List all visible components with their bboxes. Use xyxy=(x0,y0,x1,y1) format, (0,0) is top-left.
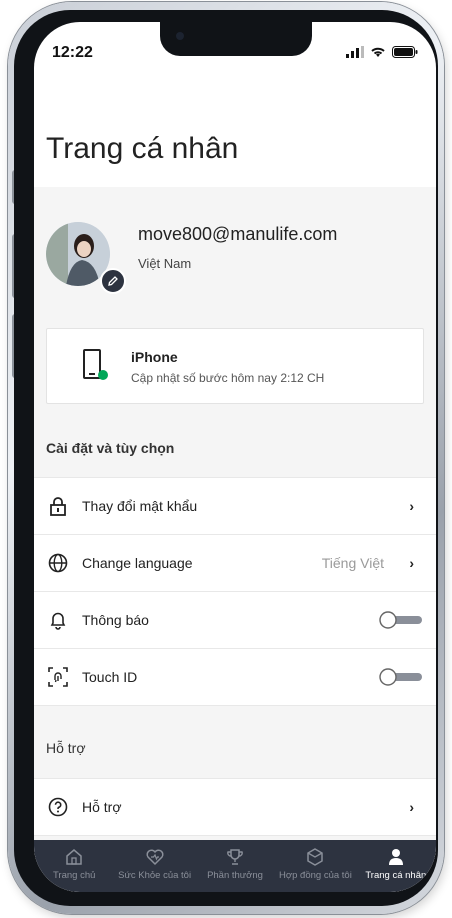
support-section-title: Hỗ trợ xyxy=(46,740,86,756)
health-icon xyxy=(146,849,164,866)
bell-icon xyxy=(50,612,66,630)
support-menu: Hỗ trợ › xyxy=(34,778,436,836)
status-icons xyxy=(346,46,418,58)
tab-contracts[interactable]: Hợp đồng của tôi xyxy=(275,840,355,892)
device-card[interactable]: iPhone Cập nhật số bước hôm nay 2:12 CH xyxy=(46,328,424,404)
profile-country: Việt Nam xyxy=(138,256,192,271)
wifi-icon xyxy=(371,47,385,57)
tab-health-label: Sức Khỏe của tôi xyxy=(118,870,192,881)
contract-icon xyxy=(307,848,324,866)
help-icon xyxy=(48,797,68,817)
tab-health[interactable]: Sức Khỏe của tôi xyxy=(114,840,194,892)
support-label: Hỗ trợ xyxy=(82,799,122,815)
bottom-tab-bar: Trang chủ Sức Khỏe của tôi Phần thưởng H… xyxy=(34,840,436,892)
page-title: Trang cá nhân xyxy=(46,132,239,165)
chevron-right-icon: › xyxy=(409,555,414,571)
notifications-label: Thông báo xyxy=(82,612,149,628)
pencil-icon xyxy=(108,276,118,286)
touch-id-label: Touch ID xyxy=(82,669,138,685)
trophy-icon xyxy=(227,849,243,865)
battery-icon xyxy=(392,46,418,58)
chevron-right-icon: › xyxy=(409,498,414,514)
current-language-value: Tiếng Việt xyxy=(321,555,384,571)
tab-rewards[interactable]: Phần thưởng xyxy=(195,840,275,892)
notch xyxy=(160,22,312,56)
status-time: 12:22 xyxy=(52,44,93,61)
tab-home-label: Trang chủ xyxy=(52,870,96,881)
lock-icon xyxy=(50,497,66,516)
tab-profile-label: Trang cá nhân xyxy=(365,870,427,881)
settings-menu: Thay đổi mật khẩu › Change language Tiến… xyxy=(34,477,436,706)
support-row[interactable]: Hỗ trợ › xyxy=(34,779,436,836)
fingerprint-icon xyxy=(48,667,68,687)
signal-icon xyxy=(346,46,364,58)
device-name: iPhone xyxy=(131,349,178,365)
phone-device-icon xyxy=(83,349,108,380)
change-language-row[interactable]: Change language Tiếng Việt › xyxy=(34,535,436,592)
globe-icon xyxy=(48,553,68,573)
tab-rewards-label: Phần thưởng xyxy=(207,870,263,881)
camera-icon xyxy=(176,32,184,40)
change-password-label: Thay đổi mật khẩu xyxy=(82,498,198,514)
device-sync-status: Cập nhật số bước hôm nay 2:12 CH xyxy=(131,371,325,385)
profile-header: move800@manulife.com Việt Nam xyxy=(34,212,436,302)
touch-id-toggle[interactable] xyxy=(378,668,422,686)
notifications-row: Thông báo xyxy=(34,592,436,649)
person-icon xyxy=(388,849,403,865)
tab-contracts-label: Hợp đồng của tôi xyxy=(279,870,352,881)
notifications-toggle[interactable] xyxy=(378,611,422,629)
touch-id-row: Touch ID xyxy=(34,649,436,706)
profile-email: move800@manulife.com xyxy=(138,224,338,244)
tab-home[interactable]: Trang chủ xyxy=(34,840,114,892)
home-icon xyxy=(66,849,82,865)
change-language-label: Change language xyxy=(82,555,193,571)
edit-avatar-button[interactable] xyxy=(100,268,126,294)
settings-section-title: Cài đặt và tùy chọn xyxy=(46,440,175,456)
chevron-right-icon: › xyxy=(409,799,414,815)
tab-profile[interactable]: Trang cá nhân xyxy=(356,840,436,892)
screen: 12:22 Trang cá nhân move800@manulife.com… xyxy=(34,22,436,892)
change-password-row[interactable]: Thay đổi mật khẩu › xyxy=(34,478,436,535)
